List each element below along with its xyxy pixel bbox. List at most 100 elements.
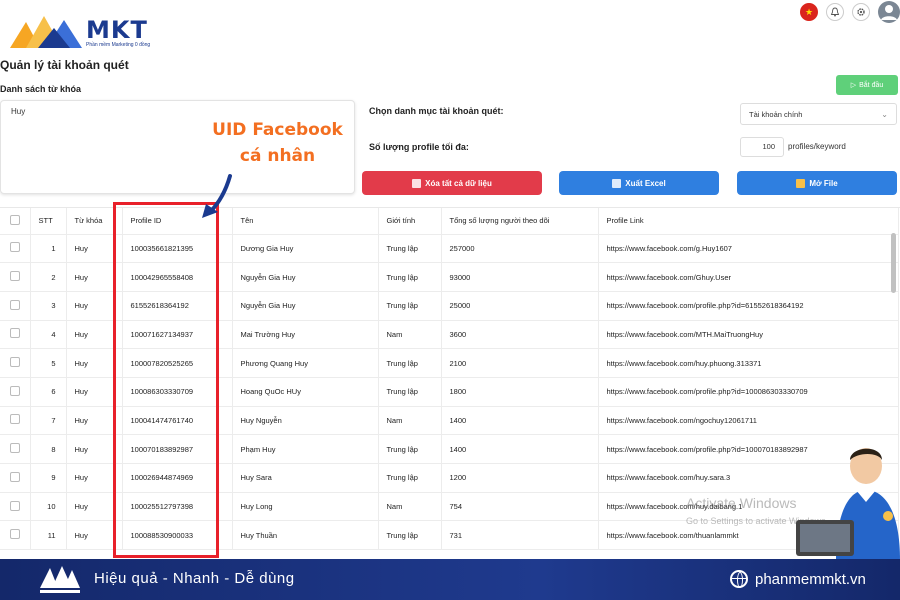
cell-profile-link[interactable]: https://www.facebook.com/Ghuy.User — [598, 262, 899, 292]
column-header-profile-link[interactable]: Profile Link — [598, 208, 899, 235]
cell-name: Phạm Huy — [232, 434, 379, 464]
logo-text: MKT — [86, 16, 148, 44]
cell-name: Hoang QuOc HUy — [232, 377, 379, 407]
row-checkbox[interactable] — [0, 463, 31, 493]
cell-followers: 257000 — [441, 234, 599, 264]
footer-tagline: Hiệu quả - Nhanh - Dễ dùng — [94, 570, 295, 587]
cell-stt: 11 — [30, 520, 67, 551]
avatar-icon[interactable] — [878, 1, 900, 23]
column-header-gender[interactable]: Giới tính — [378, 208, 442, 235]
export-excel-button[interactable]: Xuất Excel — [559, 171, 719, 195]
cell-stt: 5 — [30, 348, 67, 378]
start-button-label: Bắt đầu — [859, 81, 884, 89]
column-header-stt[interactable]: STT — [30, 208, 67, 235]
globe-icon — [730, 570, 748, 588]
cell-gender: Trung lập — [378, 377, 442, 407]
footer-banner: Hiệu quả - Nhanh - Dễ dùng phanmemmkt.vn — [0, 559, 900, 600]
header-actions: ★ — [792, 0, 900, 24]
page-title: Quản lý tài khoản quét — [0, 58, 129, 72]
play-icon: ▷ — [850, 82, 857, 89]
row-checkbox[interactable] — [0, 234, 31, 264]
row-checkbox[interactable] — [0, 348, 31, 378]
table-scrollbar[interactable] — [891, 233, 896, 293]
cell-stt: 9 — [30, 463, 67, 493]
folder-icon — [796, 178, 806, 188]
logo-subtitle: Phần mềm Marketing 0 đồng — [86, 42, 151, 48]
keyword-section-title: Danh sách từ khóa — [0, 84, 82, 94]
annotation-line-1: UID Facebook — [212, 120, 343, 140]
trash-icon — [412, 178, 422, 188]
profile-id-highlight-box — [113, 202, 219, 558]
cell-name: Huy Long — [232, 492, 379, 522]
category-label: Chọn danh mục tài khoản quét: — [369, 106, 504, 116]
logo-mark-icon — [10, 16, 82, 48]
bell-icon[interactable] — [826, 3, 844, 21]
row-checkbox[interactable] — [0, 492, 31, 522]
chevron-down-icon: ⌄ — [881, 109, 888, 119]
cell-profile-link[interactable]: https://www.facebook.com/MTH.MaiTruongHu… — [598, 320, 899, 350]
cell-stt: 8 — [30, 434, 67, 464]
vietnam-flag-icon[interactable]: ★ — [800, 3, 818, 21]
cell-gender: Trung lập — [378, 348, 442, 378]
cell-followers: 1200 — [441, 463, 599, 493]
cell-followers: 25000 — [441, 291, 599, 321]
cell-stt: 4 — [30, 320, 67, 350]
cell-name: Phương Quang Huy — [232, 348, 379, 378]
row-checkbox[interactable] — [0, 262, 31, 292]
profile-count-label: Số lượng profile tối đa: — [369, 142, 469, 152]
row-checkbox[interactable] — [0, 377, 31, 407]
open-file-button[interactable]: Mở File — [737, 171, 897, 195]
row-checkbox[interactable] — [0, 520, 31, 551]
profile-count-input[interactable]: 100 — [740, 137, 784, 157]
cell-gender: Trung lập — [378, 262, 442, 292]
cell-gender: Trung lập — [378, 434, 442, 464]
cell-gender: Trung lập — [378, 463, 442, 493]
cell-stt: 10 — [30, 492, 67, 522]
cell-gender: Trung lập — [378, 291, 442, 321]
cell-profile-link[interactable]: https://www.facebook.com/huy.phuong.3133… — [598, 348, 899, 378]
cell-name: Nguyễn Gia Huy — [232, 291, 379, 321]
category-select-value: Tài khoản chính — [749, 109, 803, 119]
cell-profile-link[interactable]: https://www.facebook.com/ngochuy12061711 — [598, 406, 899, 436]
cell-gender: Nam — [378, 492, 442, 522]
annotation-callout: UID Facebook cá nhân — [200, 117, 355, 169]
cell-name: Huy Thuần — [232, 520, 379, 551]
cell-gender: Nam — [378, 406, 442, 436]
top-bar: MKT Phần mềm Marketing 0 đồng ★ — [0, 0, 900, 56]
mkt-logo[interactable]: MKT Phần mềm Marketing 0 đồng — [10, 14, 155, 54]
cell-followers: 754 — [441, 492, 599, 522]
column-header-name[interactable]: Tên — [232, 208, 379, 235]
gear-icon[interactable] — [852, 3, 870, 21]
row-checkbox[interactable] — [0, 434, 31, 464]
cell-stt: 2 — [30, 262, 67, 292]
footer-logo-icon — [40, 566, 80, 593]
category-select[interactable]: Tài khoản chính ⌄ — [740, 103, 897, 125]
start-button[interactable]: ▷ Bắt đầu — [836, 75, 898, 95]
cell-followers: 731 — [441, 520, 599, 551]
excel-icon — [612, 178, 622, 188]
cell-profile-link[interactable]: https://www.facebook.com/g.Huy1607 — [598, 234, 899, 264]
profile-count-unit: profiles/keyword — [788, 142, 846, 151]
presenter-illustration — [796, 448, 900, 560]
select-all-checkbox[interactable] — [0, 208, 31, 235]
cell-stt: 7 — [30, 406, 67, 436]
clear-all-button[interactable]: Xóa tất cả dữ liệu — [362, 171, 542, 195]
row-checkbox[interactable] — [0, 320, 31, 350]
column-header-followers[interactable]: Tổng số lượng người theo dõi — [441, 208, 599, 235]
cell-profile-link[interactable]: https://www.facebook.com/profile.php?id=… — [598, 377, 899, 407]
row-checkbox[interactable] — [0, 406, 31, 436]
cell-name: Nguyễn Gia Huy — [232, 262, 379, 292]
cell-stt: 3 — [30, 291, 67, 321]
cell-profile-link[interactable]: https://www.facebook.com/profile.php?id=… — [598, 291, 899, 321]
cell-gender: Trung lập — [378, 520, 442, 551]
cell-followers: 1400 — [441, 406, 599, 436]
cell-gender: Trung lập — [378, 234, 442, 264]
row-checkbox[interactable] — [0, 291, 31, 321]
cell-name: Mai Trường Huy — [232, 320, 379, 350]
cell-followers: 2100 — [441, 348, 599, 378]
cell-stt: 1 — [30, 234, 67, 264]
open-file-label: Mở File — [809, 178, 838, 188]
footer-website[interactable]: phanmemmkt.vn — [755, 571, 866, 588]
annotation-line-2: cá nhân — [239, 146, 316, 166]
cell-name: Dương Gia Huy — [232, 234, 379, 264]
